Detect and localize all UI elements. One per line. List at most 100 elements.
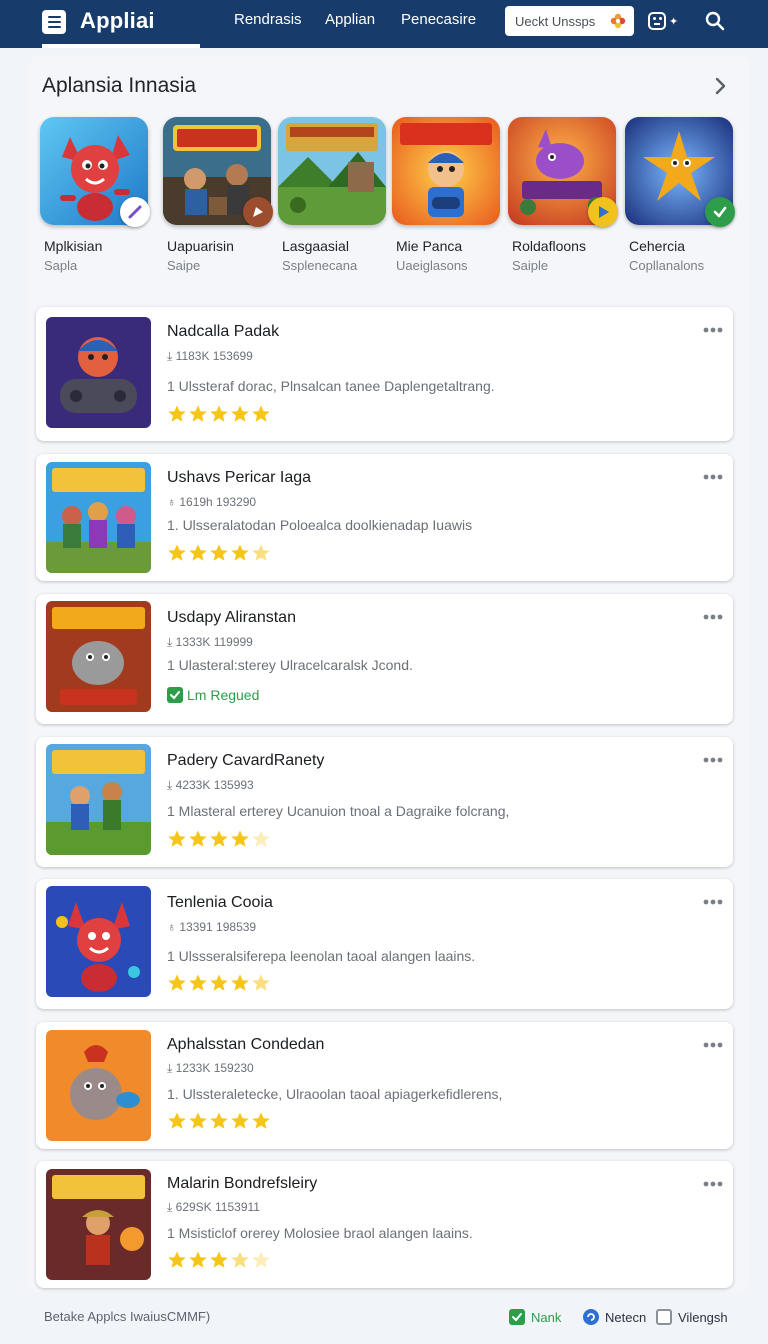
- star-icon: [210, 1112, 228, 1129]
- app-list-card[interactable]: Ushavs Pericar Iaga ♁ 1619h 193290 1. Ul…: [36, 454, 733, 581]
- app-icon-landscape: [278, 117, 386, 225]
- star-icon: [252, 830, 270, 847]
- star-icon: [168, 830, 186, 847]
- star-icon: [210, 405, 228, 422]
- more-options-icon[interactable]: [702, 755, 724, 765]
- featured-app-tile[interactable]: Uapuarisin Saipe: [163, 117, 273, 277]
- tile-subtitle: Uaeiglasons: [396, 258, 468, 273]
- pen-icon: [120, 197, 150, 227]
- app-list-card[interactable]: Usdapy Aliranstan ⤓ 1333K 119999 1 Ulast…: [36, 594, 733, 724]
- star-icon: [252, 1251, 270, 1268]
- check-icon: [705, 197, 735, 227]
- footer-item-label: Netecn: [605, 1309, 647, 1325]
- rating-stars: [167, 543, 271, 563]
- menu-icon[interactable]: [42, 10, 66, 34]
- download-icon: ⤓: [167, 635, 173, 649]
- star-icon: [189, 544, 207, 561]
- tile-name: Mplkisian: [44, 238, 103, 254]
- search-placeholder: Ueckt Unssps: [515, 13, 596, 29]
- more-options-icon[interactable]: [702, 472, 724, 482]
- app-meta: ⤓ 1333K 119999: [167, 635, 253, 649]
- app-title: Usdapy Aliranstan: [167, 609, 296, 626]
- star-icon: [189, 830, 207, 847]
- featured-app-tile[interactable]: Cehercia Copllanalons: [625, 117, 735, 277]
- star-icon: [231, 544, 249, 561]
- more-options-icon[interactable]: [702, 612, 724, 622]
- nav-tab-rendrasis[interactable]: Rendrasis: [234, 11, 302, 28]
- star-icon: [252, 1112, 270, 1129]
- tile-subtitle: Sapla: [44, 258, 78, 273]
- app-title: Aphalsstan Condedan: [167, 1036, 325, 1053]
- star-icon: [231, 1112, 249, 1129]
- app-description: 1 Ulssteraf dorac, Plnsalcan tanee Daple…: [167, 378, 495, 394]
- check-icon: [167, 687, 183, 703]
- app-title: Nadcalla Padak: [167, 323, 280, 340]
- search-input[interactable]: Ueckt Unssps: [505, 6, 634, 36]
- app-list-card[interactable]: Malarin Bondrefsleiry ⤓ 629SK 1153911 1 …: [36, 1161, 733, 1288]
- star-icon: [210, 544, 228, 561]
- app-meta: ⤓ 1183K 153699: [167, 349, 253, 363]
- featured-app-tile[interactable]: Lasgaasial Ssplenecana: [278, 117, 386, 277]
- tile-subtitle: Saipe: [167, 258, 201, 273]
- rating-stars: [167, 1250, 271, 1270]
- star-icon: [210, 1251, 228, 1268]
- app-description: 1 Ulasteral:sterey Ulracelcaralsk Jcond.: [167, 657, 413, 673]
- app-description: 1 Ulssseralsiferepa leenolan taoal alang…: [167, 948, 476, 964]
- app-title: Ushavs Pericar Iaga: [167, 469, 312, 486]
- section-title: Aplansia Innasia: [42, 74, 197, 97]
- more-options-icon[interactable]: [702, 325, 724, 335]
- featured-app-tile[interactable]: Mie Panca Uaeiglasons: [392, 117, 500, 277]
- nav-active-indicator: [42, 44, 200, 48]
- app-meta: ♁ 1619h 193290: [167, 495, 257, 509]
- app-description: 1 Mlasteral erterey Ucanuion tnoal a Dag…: [167, 803, 510, 819]
- footer-item-nank[interactable]: Nank: [509, 1309, 561, 1325]
- nav-tab-applian[interactable]: Applian: [325, 11, 375, 28]
- footer-item-netecn[interactable]: Netecn: [583, 1309, 646, 1325]
- app-list-card[interactable]: Nadcalla Padak ⤓ 1183K 153699 1 Ulsstera…: [36, 307, 733, 441]
- top-app-bar: Appliai Rendrasis Applian Penecasire Uec…: [0, 0, 768, 48]
- app-thumbnail-creature: [46, 601, 151, 712]
- star-icon: [189, 974, 207, 991]
- download-icon: ⤓: [167, 349, 173, 363]
- featured-app-tile[interactable]: Roldafloons Saiple: [508, 117, 618, 277]
- app-meta: ⤓ 629SK 1153911: [167, 1200, 260, 1214]
- app-name[interactable]: Appliai: [80, 8, 155, 34]
- app-description: 1. Ulsseralatodan Poloealca doolkienadap…: [167, 517, 473, 533]
- app-list-card[interactable]: Padery CavardRanety ⤓ 4233K 135993 1 Mla…: [36, 737, 733, 867]
- app-title: Malarin Bondrefsleiry: [167, 1175, 318, 1192]
- search-icon[interactable]: [704, 10, 726, 32]
- download-icon: ⤓: [167, 778, 173, 792]
- star-icon: [252, 544, 270, 561]
- app-meta: ♁ 13391 198539: [167, 920, 257, 934]
- app-list-card[interactable]: Tenlenia Cooia ♁ 13391 198539 1 Ulsssera…: [36, 879, 733, 1009]
- app-thumbnail-mole: [46, 1030, 151, 1141]
- app-meta: ⤓ 4233K 135993: [167, 778, 254, 792]
- star-icon: [168, 1112, 186, 1129]
- tile-name: Uapuarisin: [167, 238, 234, 254]
- star-icon: [210, 830, 228, 847]
- nav-tab-penecasire[interactable]: Penecasire: [401, 11, 476, 28]
- chevron-right-icon[interactable]: [708, 74, 732, 98]
- footer-item-label: Vilengsh: [678, 1309, 728, 1325]
- star-icon: [189, 1251, 207, 1268]
- tile-name: Roldafloons: [512, 238, 586, 254]
- account-icon[interactable]: ✦: [648, 9, 682, 33]
- app-icon-gamer-character: [392, 117, 500, 225]
- app-list-card[interactable]: Aphalsstan Condedan ⤓ 1233K 159230 1. Ul…: [36, 1022, 733, 1149]
- featured-app-tile[interactable]: Mplkisian Sapla: [40, 117, 150, 277]
- check-icon: [509, 1309, 525, 1325]
- star-icon: [168, 974, 186, 991]
- user-icon: ♁: [167, 495, 176, 509]
- app-title: Padery CavardRanety: [167, 752, 325, 769]
- tile-name: Lasgaasial: [282, 238, 349, 254]
- rating-stars: [167, 1111, 271, 1131]
- star-icon: [231, 830, 249, 847]
- more-options-icon[interactable]: [702, 1179, 724, 1189]
- star-icon: [168, 405, 186, 422]
- tile-subtitle: Saiple: [512, 258, 549, 273]
- app-thumbnail-fox: [46, 886, 151, 997]
- footer-item-vilengsh[interactable]: Vilengsh: [656, 1309, 728, 1325]
- user-icon: ♁: [167, 920, 176, 934]
- more-options-icon[interactable]: [702, 1040, 724, 1050]
- more-options-icon[interactable]: [702, 897, 724, 907]
